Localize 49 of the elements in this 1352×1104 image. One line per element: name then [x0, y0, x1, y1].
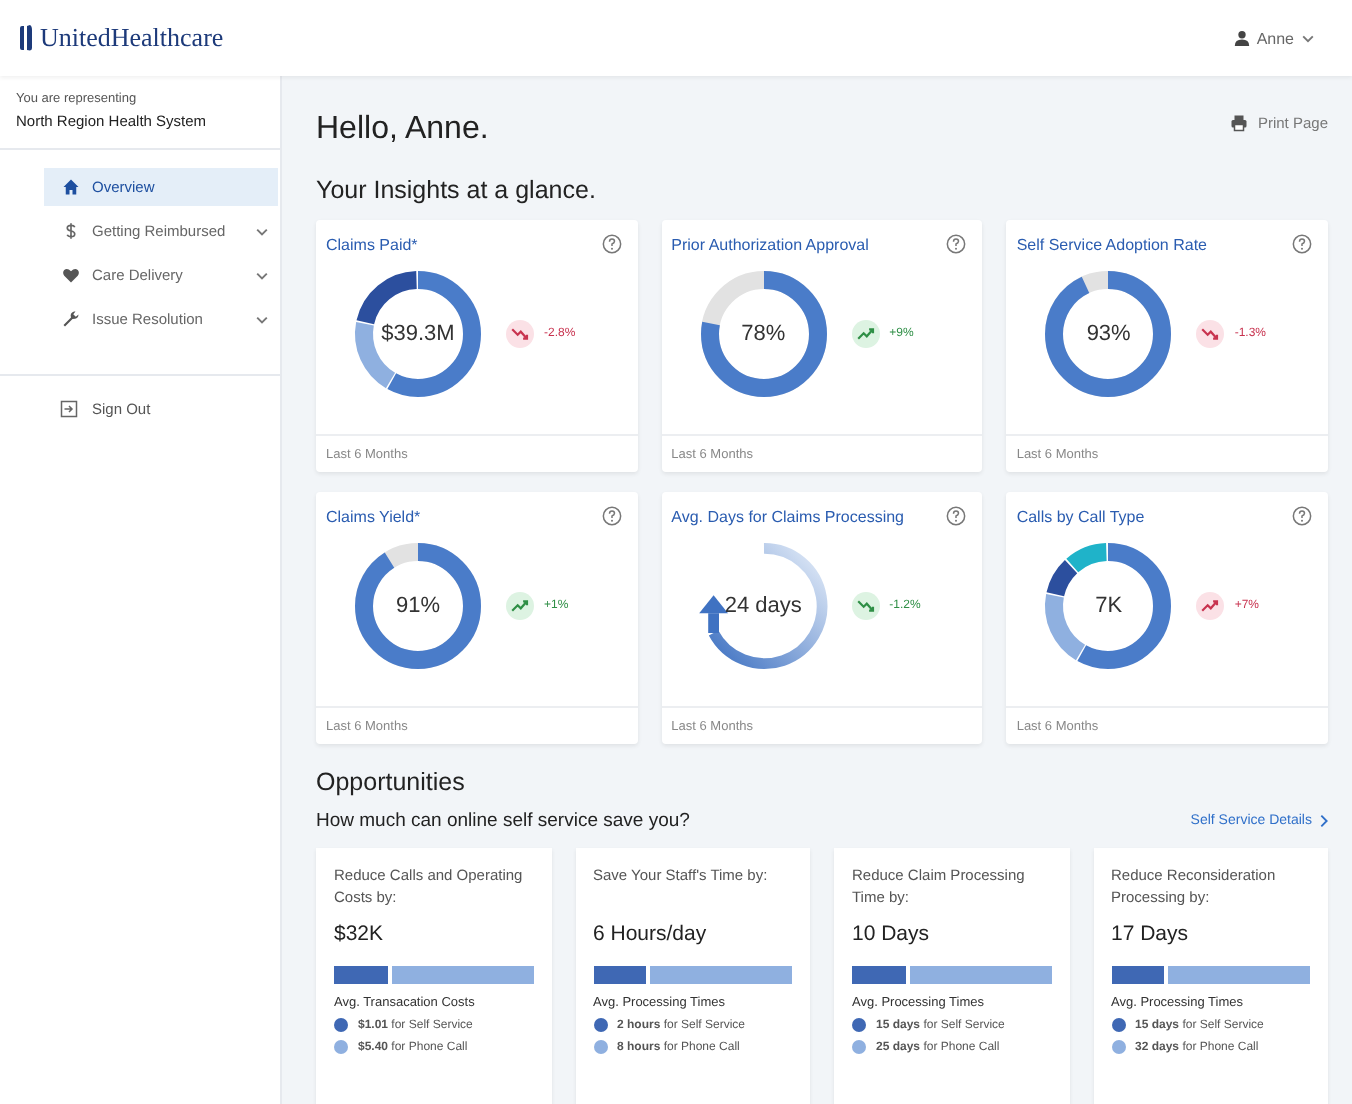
card-title: Avg. Days for Claims Processing	[671, 507, 904, 525]
heart-icon	[62, 266, 80, 284]
section-title: Opportunities	[316, 768, 467, 796]
sign-out-icon	[60, 400, 78, 418]
chevron-icon	[254, 223, 270, 239]
legend-dot	[852, 1040, 866, 1054]
savings-value: $32K	[334, 922, 386, 946]
wrench-icon	[62, 310, 80, 328]
legend-dot	[334, 1018, 348, 1032]
chevron-icon	[1320, 814, 1328, 828]
dollar-icon	[62, 222, 80, 240]
card-title: Prior Authorization Approval	[671, 235, 869, 253]
home-icon	[62, 178, 80, 196]
logo-icon	[18, 24, 34, 52]
chevron-icon	[254, 267, 270, 283]
legend-dot	[1111, 1018, 1125, 1032]
savings-value: 10 Days	[852, 922, 932, 946]
chevron-icon	[1300, 30, 1316, 46]
metric-value: 78%	[741, 322, 786, 346]
help-icon[interactable]	[946, 506, 967, 526]
metric-value: 93%	[1086, 322, 1131, 346]
section-title: Your Insights at a glance.	[316, 176, 598, 204]
card-title: Claims Paid*	[326, 235, 418, 253]
help-icon[interactable]	[601, 234, 622, 254]
savings-value: 17 Days	[1111, 922, 1191, 946]
help-icon[interactable]	[1292, 234, 1312, 254]
metric-value: 91%	[395, 594, 441, 618]
legend-dot	[593, 1040, 607, 1054]
card-title: Calls by Call Type	[1016, 507, 1145, 525]
metric-value: 7K	[1095, 594, 1123, 618]
greeting: Hello, Anne.	[316, 112, 489, 148]
help-icon[interactable]	[946, 234, 967, 254]
logo-text: UnitedHealthcare	[40, 22, 224, 54]
legend-dot	[334, 1040, 348, 1054]
savings-question: How much can online self service save you?	[316, 810, 690, 832]
legend-dot	[1111, 1040, 1125, 1054]
legend-dot	[852, 1018, 866, 1032]
user-menu[interactable]: Anne	[1234, 29, 1316, 47]
user-icon	[1234, 30, 1251, 46]
card-title: Self Service Adoption Rate	[1016, 235, 1207, 253]
legend-dot	[593, 1018, 607, 1032]
help-icon[interactable]	[1292, 506, 1312, 526]
metric-value: 24 days	[724, 594, 802, 618]
chevron-icon	[254, 311, 270, 327]
help-icon[interactable]	[601, 506, 622, 526]
card-title: Claims Yield*	[326, 507, 421, 525]
metric-value: $39.3M	[381, 322, 455, 346]
savings-value: 6 Hours/day	[593, 922, 709, 946]
printer-icon	[1229, 114, 1248, 132]
